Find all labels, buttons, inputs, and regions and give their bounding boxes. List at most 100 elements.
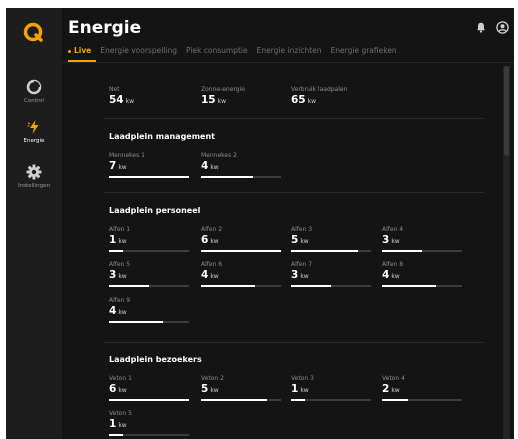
power-bar [201,250,281,252]
charger-card[interactable]: Alfen 7 3 kw [291,261,371,287]
charger-card[interactable]: Alfen 9 4 kw [109,297,189,323]
charger-card[interactable]: Mennekes 1 7 kw [109,152,189,178]
charger-value: 4 kw [201,160,219,172]
charger-card[interactable]: Veton 4 2 kw [382,375,462,401]
tab-bar: Live Energie voorspelling Piek consumpti… [68,44,397,64]
summary-label: Zonne-energie [201,86,245,93]
logo-icon[interactable] [22,21,44,43]
gear-icon [26,164,42,180]
charger-card[interactable]: Alfen 2 6 kw [201,226,281,252]
charger-card[interactable]: Alfen 1 1 kw [109,226,189,252]
charger-label: Alfen 7 [291,261,313,268]
charger-card[interactable]: Alfen 6 4 kw [201,261,281,287]
sidebar-item-label: Control [24,98,44,104]
power-bar-fill [382,285,436,287]
power-bar-fill [382,399,409,401]
charger-value: 4 kw [382,269,400,281]
power-bar-fill [201,285,255,287]
sidebar-item-energie[interactable]: Energie [6,119,62,144]
charger-value: 7 kw [109,160,127,172]
power-bar-fill [201,176,253,178]
power-bar [109,250,189,252]
power-bar-fill [291,250,359,252]
power-bar-fill [109,321,163,323]
charger-card[interactable]: Alfen 3 5 kw [291,226,371,252]
page-title: Energie [68,18,142,38]
charger-value: 2 kw [382,383,400,395]
charger-value: 4 kw [109,305,127,317]
charger-label: Alfen 8 [382,261,404,268]
power-bar [201,176,281,178]
power-bar [291,399,371,401]
charger-value: 1 kw [109,234,127,246]
power-bar-fill [291,399,305,401]
tab-energie-grafieken[interactable]: Energie grafieken [331,44,397,64]
tab-energie-voorspelling[interactable]: Energie voorspelling [100,44,177,64]
power-bar [382,399,462,401]
power-bar [201,285,281,287]
charger-card[interactable]: Alfen 4 3 kw [382,226,462,252]
power-bar [109,434,189,436]
section-divider [104,342,484,343]
sidebar: Control Energie Instellingen [6,8,62,439]
charger-card[interactable]: Alfen 5 3 kw [109,261,189,287]
charger-label: Veton 2 [201,375,224,382]
power-bar [109,321,189,323]
charger-card[interactable]: Veton 1 6 kw [109,375,189,401]
lightning-icon [27,120,39,134]
power-bar-fill [382,250,422,252]
charger-card[interactable]: Veton 3 1 kw [291,375,371,401]
bell-icon[interactable] [476,22,486,33]
pie-chart-icon [26,79,42,95]
power-bar [382,250,462,252]
power-bar [109,399,189,401]
section-title-bezoekers: Laadplein bezoekers [109,355,202,364]
charger-card[interactable]: Veton 5 1 kw [109,410,189,436]
power-bar-fill [109,399,189,401]
charger-label: Alfen 1 [109,226,131,233]
charger-value: 4 kw [201,269,219,281]
charger-value: 6 kw [109,383,127,395]
user-icon[interactable] [496,21,509,34]
sidebar-item-control[interactable]: Control [6,79,62,104]
charger-card[interactable]: Veton 2 5 kw [201,375,281,401]
charger-value: 3 kw [291,269,309,281]
section-divider [104,192,484,193]
section-title-personeel: Laadplein personeel [109,206,201,215]
charger-label: Veton 4 [382,375,405,382]
charger-card[interactable]: Mennekes 2 4 kw [201,152,281,178]
charger-label: Alfen 2 [201,226,223,233]
summary-net: Net 54 kw [109,86,134,106]
charger-value: 1 kw [291,383,309,395]
charger-label: Veton 5 [109,410,132,417]
power-bar [201,399,281,401]
charger-value: 3 kw [109,269,127,281]
summary-label: Verbruik laadpalen [291,86,348,93]
charger-label: Alfen 6 [201,261,223,268]
tab-energie-inzichten[interactable]: Energie inzichten [257,44,322,64]
power-bar-fill [201,399,268,401]
sidebar-item-label: Energie [23,138,45,144]
charger-label: Alfen 3 [291,226,313,233]
charger-label: Mennekes 1 [109,152,145,159]
charger-label: Alfen 5 [109,261,131,268]
scrollbar-thumb[interactable] [504,66,509,156]
power-bar [109,176,189,178]
summary-value: 65 kw [291,94,317,106]
power-bar [109,285,189,287]
charger-label: Veton 1 [109,375,132,382]
charger-card[interactable]: Alfen 8 4 kw [382,261,462,287]
scrollbar[interactable] [503,66,510,439]
power-bar-fill [201,250,281,252]
section-divider [104,118,484,119]
summary-value: 15 kw [201,94,227,106]
power-bar [291,285,371,287]
section-title-management: Laadplein management [109,132,215,141]
charger-label: Veton 3 [291,375,314,382]
power-bar-fill [291,285,331,287]
tab-piek-consumptie[interactable]: Piek consumptie [186,44,248,64]
charger-value: 5 kw [201,383,219,395]
power-bar-fill [109,176,189,178]
sidebar-item-instellingen[interactable]: Instellingen [6,164,62,189]
charger-label: Mennekes 2 [201,152,237,159]
